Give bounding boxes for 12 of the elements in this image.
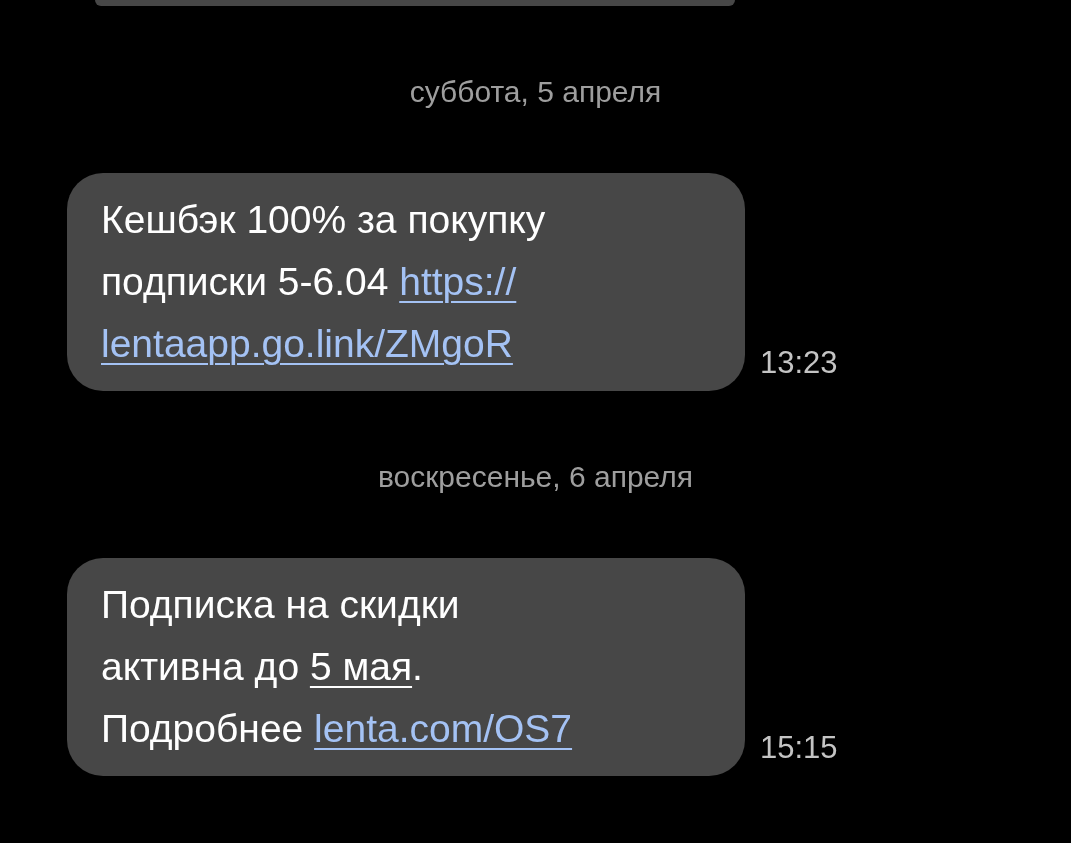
message-time: 15:15 xyxy=(760,730,838,766)
link[interactable]: https:// xyxy=(399,260,517,303)
message-time: 13:23 xyxy=(760,345,838,381)
date-link[interactable]: 5 мая xyxy=(309,645,413,688)
date-separator: воскресенье, 6 апреля xyxy=(377,459,694,495)
message-bubble[interactable]: Кешбэк 100% за покупку подписки 5-6.04 https:// lentaapp.go.link/ZMgoR xyxy=(67,173,745,391)
date-separator: суббота, 5 апреля xyxy=(409,74,662,110)
message-text: Кешбэк 100% за покупку подписки 5-6.04 https:// lentaapp.go.link/ZMgoR xyxy=(101,197,547,367)
link[interactable]: lentaapp.go.link/ZMgoR xyxy=(101,322,513,365)
message-text: Подписка на скидки активна до 5 мая. Подробнее lenta.com/OS7 xyxy=(101,582,574,752)
message-bubble[interactable]: Подписка на скидки активна до 5 мая. Подробнее lenta.com/OS7 xyxy=(67,558,745,776)
link[interactable]: lenta.com/OS7 xyxy=(314,707,573,750)
